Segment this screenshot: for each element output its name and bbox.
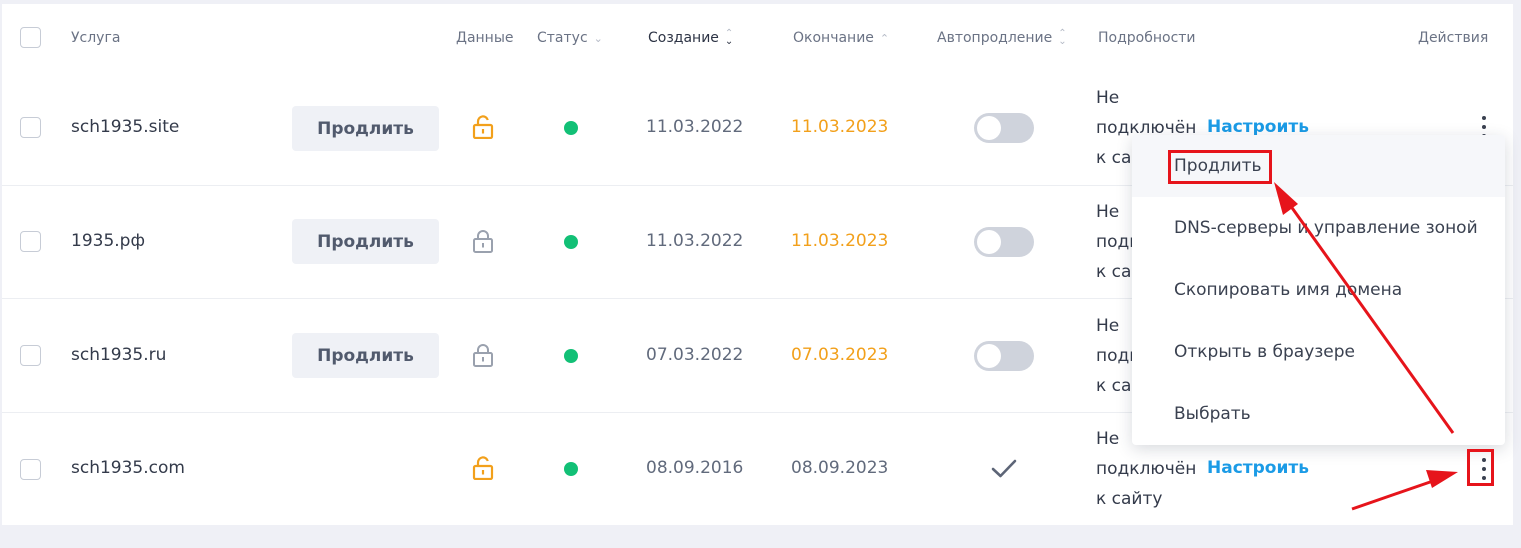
select-all-checkbox[interactable]: [20, 27, 41, 48]
chevron-down-icon: ⌄: [593, 31, 603, 45]
lock-open-icon[interactable]: [472, 456, 494, 480]
chevron-up-icon: ⌃: [879, 31, 890, 45]
menu-item-copy-domain[interactable]: Скопировать имя домена: [1132, 259, 1505, 321]
column-header-status[interactable]: Статус ⌄: [537, 30, 603, 46]
menu-item-label: Открыть в браузере: [1174, 342, 1356, 362]
autorenew-toggle[interactable]: [974, 113, 1034, 143]
toggle-knob: [977, 344, 1001, 368]
details-line: Не: [1096, 88, 1120, 108]
lock-closed-icon[interactable]: [472, 343, 494, 367]
service-name[interactable]: 1935.рф: [71, 231, 145, 251]
column-header-created-label: Создание: [648, 30, 719, 46]
status-active-dot: [564, 121, 578, 135]
column-header-expires-label: Окончание: [793, 30, 874, 46]
configure-link[interactable]: Настроить: [1207, 458, 1309, 478]
created-date: 07.03.2022: [646, 345, 744, 365]
expiry-date: 11.03.2023: [791, 117, 889, 137]
status-active-dot: [564, 235, 578, 249]
expiry-date: 08.09.2023: [791, 458, 889, 478]
autorenew-toggle[interactable]: [974, 227, 1034, 257]
column-header-expires[interactable]: Окончание ⌃: [793, 30, 889, 46]
created-date: 11.03.2022: [646, 117, 744, 137]
row-checkbox[interactable]: [20, 231, 41, 252]
lock-closed-icon[interactable]: [472, 229, 494, 253]
autorenew-toggle[interactable]: [974, 341, 1034, 371]
created-date: 11.03.2022: [646, 231, 744, 251]
annotation-highlight-box: [1168, 150, 1272, 184]
expiry-date: 11.03.2023: [791, 231, 889, 251]
column-header-service[interactable]: Услуга: [71, 30, 120, 46]
configure-link[interactable]: Настроить: [1207, 117, 1309, 137]
column-header-actions: Действия: [1418, 30, 1489, 46]
column-header-status-label: Статус: [537, 30, 588, 46]
toggle-knob: [977, 230, 1001, 254]
lock-open-icon[interactable]: [472, 115, 494, 139]
menu-item-dns[interactable]: DNS-серверы и управление зоной: [1132, 197, 1505, 259]
menu-item-open-browser[interactable]: Открыть в браузере: [1132, 321, 1505, 383]
renew-button[interactable]: Продлить: [292, 333, 439, 378]
column-header-data: Данные: [456, 30, 514, 46]
column-header-details: Подробности: [1098, 30, 1196, 46]
service-name[interactable]: sch1935.site: [71, 117, 179, 137]
created-date: 08.09.2016: [646, 458, 744, 478]
status-active-dot: [564, 462, 578, 476]
menu-item-label: DNS-серверы и управление зоной: [1174, 218, 1478, 238]
service-name[interactable]: sch1935.ru: [71, 345, 166, 365]
row-checkbox[interactable]: [20, 117, 41, 138]
menu-item-label: Выбрать: [1174, 404, 1251, 424]
menu-item-select[interactable]: Выбрать: [1132, 383, 1505, 445]
service-name[interactable]: sch1935.com: [71, 458, 185, 478]
sort-icon: ⌃ ⌄: [1058, 28, 1067, 47]
status-active-dot: [564, 349, 578, 363]
toggle-knob: [977, 116, 1001, 140]
row-checkbox[interactable]: [20, 459, 41, 480]
menu-item-label: Скопировать имя домена: [1174, 280, 1403, 300]
details-line: к сайту: [1096, 489, 1163, 509]
check-icon: [991, 459, 1017, 478]
renew-button[interactable]: Продлить: [292, 219, 439, 264]
column-header-autorenew[interactable]: Автопродление ⌃ ⌄: [937, 28, 1067, 47]
column-header-autorenew-label: Автопродление: [937, 30, 1053, 46]
renew-button[interactable]: Продлить: [292, 106, 439, 151]
annotation-highlight-box: [1467, 449, 1494, 486]
sort-icon: ⌃ ⌄: [724, 28, 734, 47]
expiry-date: 07.03.2023: [791, 345, 889, 365]
column-header-created[interactable]: Создание ⌃ ⌄: [648, 28, 734, 47]
row-checkbox[interactable]: [20, 345, 41, 366]
